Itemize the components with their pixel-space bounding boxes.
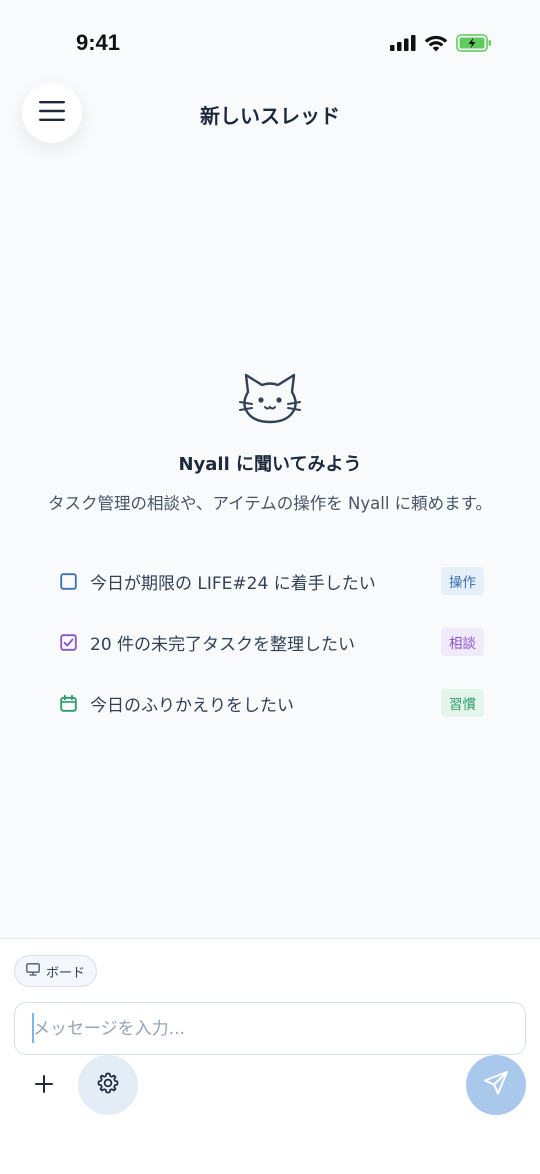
message-input[interactable] xyxy=(14,1002,526,1055)
paper-plane-icon xyxy=(483,1070,509,1100)
status-time: 9:41 xyxy=(76,30,121,55)
chat-screen: 9:41 新しいスレッド Nyall に聞いてみよう タスク管理の相談や、アイテ… xyxy=(0,0,540,1174)
board-chip-label: ボード xyxy=(46,965,86,981)
send-button[interactable] xyxy=(466,1055,526,1115)
cat-icon xyxy=(0,372,540,424)
cellular-signal-icon xyxy=(390,35,416,55)
suggestion-item[interactable]: 今日のふりかえりをしたい 習慣 xyxy=(58,684,484,722)
text-caret xyxy=(32,1013,34,1043)
square-icon xyxy=(58,571,78,591)
wifi-icon xyxy=(424,35,448,56)
suggestion-text: 今日のふりかえりをしたい xyxy=(90,695,294,716)
suggestion-text: 今日が期限の LIFE#24 に着手したい xyxy=(90,573,376,594)
suggestion-item[interactable]: 20 件の未完了タスクを整理したい 相談 xyxy=(58,623,484,661)
status-bar: 9:41 xyxy=(0,0,540,80)
suggestion-item[interactable]: 今日が期限の LIFE#24 に着手したい 操作 xyxy=(58,562,484,600)
plus-icon xyxy=(34,1074,54,1098)
status-icons xyxy=(390,34,492,56)
battery-charging-icon xyxy=(456,34,492,56)
empty-state-description: タスク管理の相談や、アイテムの操作を Nyall に頼めます。 xyxy=(47,494,493,513)
suggestion-badge: 操作 xyxy=(441,567,484,595)
suggestion-text: 20 件の未完了タスクを整理したい xyxy=(90,634,356,655)
checkbox-icon xyxy=(58,632,78,652)
board-chip[interactable]: ボード xyxy=(14,955,98,987)
settings-button[interactable] xyxy=(78,1055,138,1115)
suggestion-badge: 習慣 xyxy=(441,689,484,717)
page-title: 新しいスレッド xyxy=(200,104,340,128)
add-button[interactable] xyxy=(22,1064,66,1108)
calendar-icon xyxy=(58,693,78,713)
monitor-icon xyxy=(26,962,40,980)
gear-icon xyxy=(96,1071,120,1099)
empty-state-title: Nyall に聞いてみよう xyxy=(178,454,362,475)
suggestion-badge: 相談 xyxy=(441,628,484,656)
empty-state: Nyall に聞いてみよう タスク管理の相談や、アイテムの操作を Nyall に… xyxy=(0,372,540,517)
suggestion-list: 今日が期限の LIFE#24 に着手したい 操作 20 件の未完了タスクを整理し… xyxy=(58,562,484,745)
